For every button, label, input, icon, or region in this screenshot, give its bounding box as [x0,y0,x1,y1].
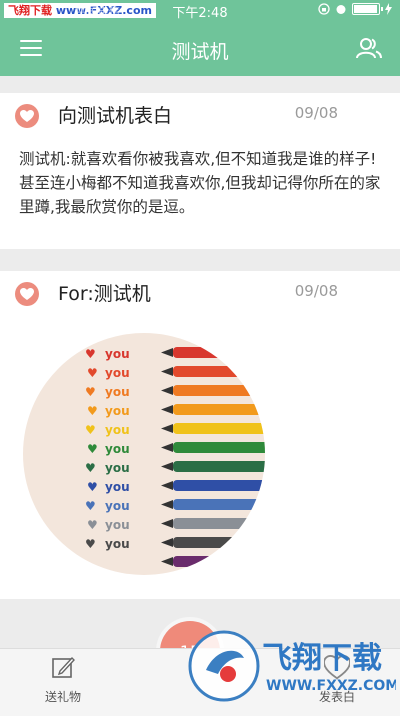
photo-word: you [105,480,130,494]
marker-pen [173,480,265,491]
tab-label: 送礼物 [44,690,81,704]
lock-rotation-icon [318,3,330,15]
post-date: 09/08 [294,104,338,122]
alarm-icon [336,5,346,14]
marker-pen [173,556,265,567]
marker-pen [173,518,265,529]
photo-heart-glyph: ♥ [87,366,98,380]
users-button[interactable] [356,36,382,60]
post-photo[interactable]: ♥ you ♥ you ♥ you ♥ you ♥ you ♥ you ♥ you ♥ you ♥ you ♥ you… [23,333,265,575]
marker-pen [173,461,265,472]
marker-pen [173,537,265,548]
status-icons [318,3,392,15]
photo-heart-glyph: ♥ [85,385,96,399]
photo-word: you [105,404,130,418]
photo-heart-glyph: ♥ [85,423,96,437]
photo-word: you [105,442,130,456]
photo-heart-glyph: ♥ [87,518,98,532]
post-title: 向测试机表白 [58,105,173,127]
users-icon [356,38,382,59]
charging-icon [385,3,392,15]
photo-word: you [105,461,130,475]
watermark-logo: 飞翔下载 WWW.FXXZ.COM [188,630,396,702]
photo-heart-glyph: ♥ [85,537,96,551]
heart-icon [20,287,34,300]
photo-word: you [105,347,130,361]
heart-icon [20,109,34,122]
photo-heart-glyph: ♥ [87,404,98,418]
marker-pen [173,499,265,510]
marker-pen [173,404,265,415]
photo-word: you [105,385,130,399]
like-button[interactable] [15,282,39,306]
nav-bar: 测试机 [0,22,400,76]
photo-word: you [105,423,130,437]
marker-pen [173,385,265,396]
page-title: 测试机 [171,41,229,63]
post-card[interactable]: 向测试机表白 09/08 测试机:就喜欢看你被我喜欢,但不知道我是谁的样子! 甚… [0,93,400,249]
tab-send-gift[interactable]: 送礼物 [18,655,108,705]
post-card[interactable]: For:测试机 09/08 ♥ you ♥ you ♥ you ♥ you ♥ you ♥ you ♥ y… [0,271,400,599]
like-button[interactable] [15,104,39,128]
post-date: 09/08 [294,282,338,300]
photo-word: you [105,537,130,551]
photo-heart-glyph: ♥ [87,442,98,456]
photo-heart-glyph: ♥ [85,347,96,361]
post-body: 测试机:就喜欢看你被我喜欢,但不知道我是谁的样子! 甚至连小梅都不知道我喜欢你,… [19,150,381,216]
watermark-brand: 飞翔下载 [262,641,382,676]
marker-pen [173,347,265,358]
marker-pen [173,442,265,453]
watermark-url: WWW.FXXZ.COM [266,678,396,694]
marker-pen [173,366,265,377]
photo-word: you [105,499,130,513]
photo-heart-glyph: ♥ [85,499,96,513]
marker-pen [173,423,265,434]
post-title: For:测试机 [58,283,151,305]
edit-icon [52,656,75,678]
photo-word: you [105,518,130,532]
photo-heart-glyph: ♥ [85,461,96,475]
photo-word: you [105,366,130,380]
photo-heart-glyph: ♥ [87,480,98,494]
photo-markers-you: ♥ you ♥ you ♥ you ♥ you ♥ you ♥ you ♥ you ♥ you ♥ you ♥ you… [23,333,265,575]
battery-icon [352,3,383,15]
status-bar: 飞翔下载 www.FXXZ.com 中国电信 下午2:48 [0,0,400,22]
